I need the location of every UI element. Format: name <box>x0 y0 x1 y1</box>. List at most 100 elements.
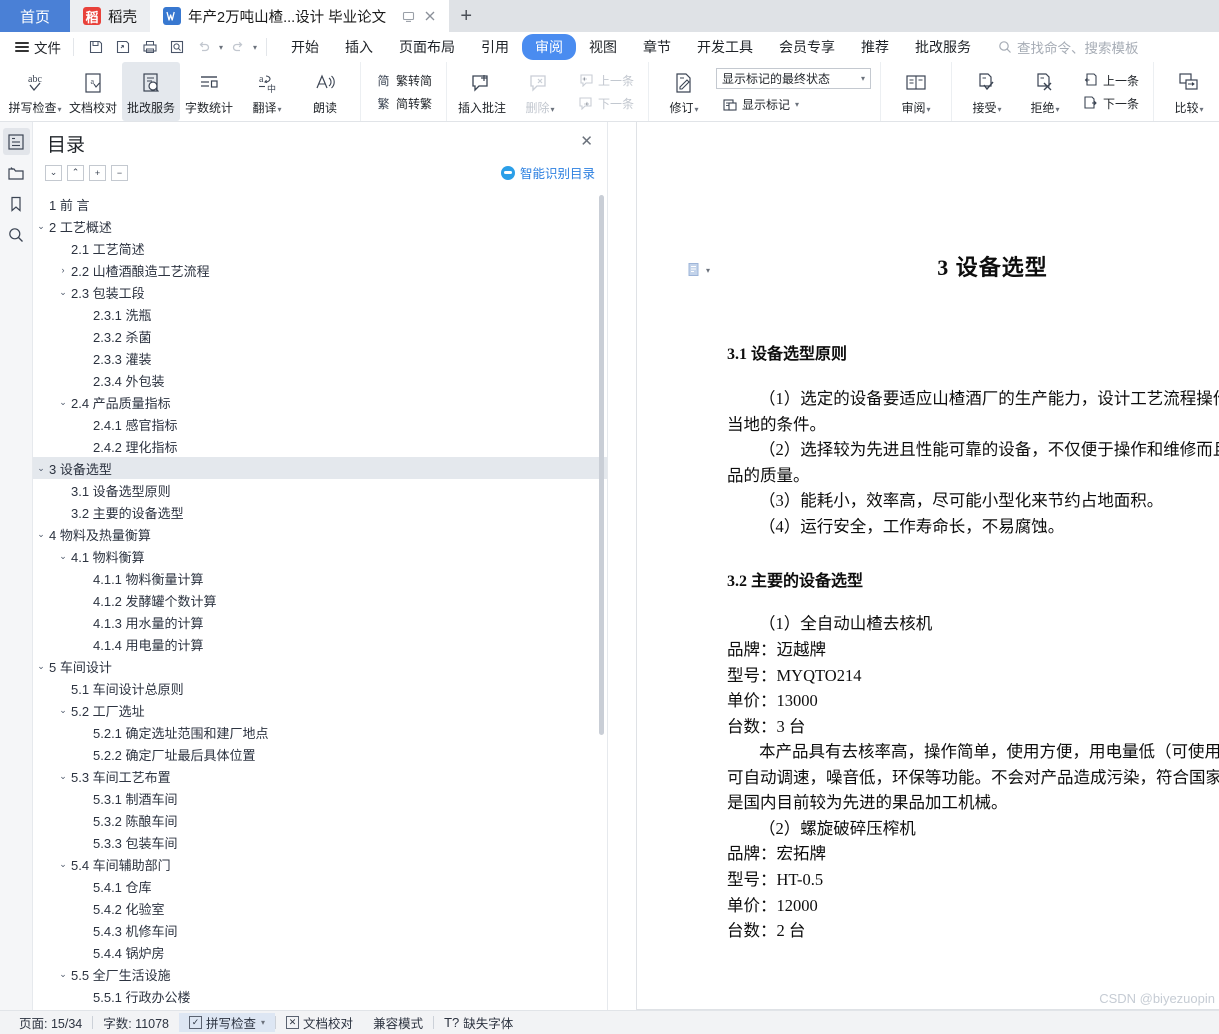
revise-button[interactable]: 修订▾ <box>655 62 713 121</box>
outline-item[interactable]: ⌄ 2 工艺概述 <box>33 215 607 237</box>
chevron-right-icon[interactable]: › <box>55 265 71 275</box>
outline-item[interactable]: 5.5.1 行政办公楼 <box>33 985 607 1007</box>
save-icon[interactable] <box>83 35 108 59</box>
print-preview-icon[interactable] <box>164 35 189 59</box>
read-aloud-button[interactable]: 朗读 <box>296 62 354 121</box>
document-content[interactable]: ▾ 3 设备选型 3.1 设备选型原则 （1）选定的设备要适应山楂酒厂的生产能力… <box>637 122 1219 1009</box>
outline-item[interactable]: 5.2.1 确定选址范围和建厂地点 <box>33 721 607 743</box>
simp-to-trad-button[interactable]: 繁 简转繁 <box>370 93 437 114</box>
chevron-down-icon[interactable]: ⌄ <box>55 969 71 980</box>
save-as-icon[interactable] <box>110 35 135 59</box>
accept-button[interactable]: 接受▾ <box>958 62 1016 121</box>
outline-item[interactable]: 2.4.2 理化指标 <box>33 435 607 457</box>
next-change-button[interactable]: 下一条 <box>1077 93 1144 114</box>
chevron-down-icon[interactable]: ⌄ <box>55 397 71 408</box>
tab-document[interactable]: 年产2万吨山楂...设计 毕业论文 <box>150 0 450 32</box>
translate-button[interactable]: a中 翻译▾ <box>238 62 296 121</box>
insert-comment-button[interactable]: 插入批注 <box>453 62 511 121</box>
delete-comment-button[interactable]: 删除▾ <box>511 62 569 121</box>
ribbon-tab-page-layout[interactable]: 页面布局 <box>386 34 468 60</box>
bookmark-icon[interactable] <box>3 190 30 217</box>
redo-icon[interactable] <box>225 35 250 59</box>
customize-caret-icon[interactable]: ▾ <box>253 43 257 52</box>
outline-item[interactable]: 3.1 设备选型原则 <box>33 479 607 501</box>
ribbon-tab-recommend[interactable]: 推荐 <box>848 34 902 60</box>
outline-item[interactable]: 5.3.1 制酒车间 <box>33 787 607 809</box>
ribbon-tab-insert[interactable]: 插入 <box>332 34 386 60</box>
spellcheck-status-button[interactable]: ✓ 拼写检查 ▾ <box>179 1013 276 1032</box>
ribbon-tab-view[interactable]: 视图 <box>576 34 630 60</box>
outline-item[interactable]: 5.1 车间设计总原则 <box>33 677 607 699</box>
doc-proof-status-button[interactable]: ✕ 文档校对 <box>276 1013 363 1032</box>
next-comment-button[interactable]: 下一条 <box>572 93 639 114</box>
outline-item[interactable]: ⌄ 5 车间设计 <box>33 655 607 677</box>
spellcheck-button[interactable]: abc 拼写检查▾ <box>6 62 64 121</box>
ribbon-tab-dev-tools[interactable]: 开发工具 <box>684 34 766 60</box>
new-tab-button[interactable]: + <box>449 0 483 32</box>
ribbon-tab-references[interactable]: 引用 <box>468 34 522 60</box>
outline-item[interactable]: 4.1.3 用水量的计算 <box>33 611 607 633</box>
tab-restore-icon[interactable] <box>402 10 415 23</box>
collapse-all-button[interactable]: − <box>111 164 128 181</box>
collapse-up-button[interactable]: ⌃ <box>67 164 84 181</box>
chevron-down-icon[interactable]: ⌄ <box>55 705 71 716</box>
ribbon-tab-start[interactable]: 开始 <box>278 34 332 60</box>
missing-font-button[interactable]: T? 缺失字体 <box>434 1013 523 1032</box>
outline-item[interactable]: ⌄ 2.3 包装工段 <box>33 281 607 303</box>
review-pane-button[interactable]: 审阅▾ <box>887 62 945 121</box>
show-markup-button[interactable]: 显示标记 ▾ <box>716 94 871 115</box>
ribbon-tab-review[interactable]: 审阅 <box>522 34 577 60</box>
tab-daoke[interactable]: 稻 稻壳 <box>70 0 150 32</box>
outline-item[interactable]: ⌄ 3 设备选型 <box>33 457 607 479</box>
document-area[interactable]: ▾ 3 设备选型 3.1 设备选型原则 （1）选定的设备要适应山楂酒厂的生产能力… <box>608 122 1219 1010</box>
chevron-down-icon[interactable]: ⌄ <box>55 287 71 298</box>
close-icon[interactable]: ✕ <box>580 132 593 150</box>
chevron-down-icon[interactable]: ⌄ <box>55 551 71 562</box>
compare-button[interactable]: 比较▾ <box>1160 62 1218 121</box>
outline-item[interactable]: 5.3.3 包装车间 <box>33 831 607 853</box>
chevron-down-icon[interactable]: ⌄ <box>33 661 49 672</box>
chevron-down-icon[interactable]: ⌄ <box>33 529 49 540</box>
paragraph-mark-icon[interactable]: ▾ <box>687 262 710 278</box>
outline-item[interactable]: 2.3.3 灌装 <box>33 347 607 369</box>
outline-item[interactable]: ⌄ 4 物料及热量衡算 <box>33 523 607 545</box>
outline-item[interactable]: 2.1 工艺简述 <box>33 237 607 259</box>
doc-proof-button[interactable]: a 文档校对 <box>64 62 122 121</box>
outline-item[interactable]: ⌄ 5.3 车间工艺布置 <box>33 765 607 787</box>
undo-icon[interactable] <box>191 35 216 59</box>
ribbon-tab-correction[interactable]: 批改服务 <box>902 34 984 60</box>
outline-icon[interactable] <box>2 128 30 155</box>
outline-item[interactable]: 5.4.3 机修车间 <box>33 919 607 941</box>
outline-item[interactable]: ⌄ 5.4 车间辅助部门 <box>33 853 607 875</box>
reject-button[interactable]: 拒绝▾ <box>1016 62 1074 121</box>
chevron-down-icon[interactable]: ⌄ <box>33 221 49 232</box>
prev-change-button[interactable]: 上一条 <box>1077 70 1144 91</box>
collapse-down-button[interactable]: ⌄ <box>45 164 62 181</box>
tab-home[interactable]: 首页 <box>0 0 70 32</box>
outline-item[interactable]: 2.4.1 感官指标 <box>33 413 607 435</box>
outline-item[interactable]: 2.3.4 外包装 <box>33 369 607 391</box>
outline-item[interactable]: 2.3.1 洗瓶 <box>33 303 607 325</box>
correction-service-button[interactable]: 批改服务 <box>122 62 180 121</box>
folder-icon[interactable] <box>3 159 30 186</box>
print-icon[interactable] <box>137 35 162 59</box>
chevron-down-icon[interactable]: ⌄ <box>33 463 49 474</box>
outline-item[interactable]: 1 前 言 <box>33 193 607 215</box>
outline-item[interactable]: › 2.2 山楂酒酿造工艺流程 <box>33 259 607 281</box>
ribbon-tab-chapter[interactable]: 章节 <box>630 34 684 60</box>
smart-toc-button[interactable]: 智能识别目录 <box>500 163 595 182</box>
outline-item[interactable]: 5.2.2 确定厂址最后具体位置 <box>33 743 607 765</box>
tab-close-icon[interactable] <box>424 10 436 22</box>
prev-comment-button[interactable]: 上一条 <box>572 70 639 91</box>
outline-scrollbar[interactable] <box>599 195 604 735</box>
expand-all-button[interactable]: + <box>89 164 106 181</box>
outline-item[interactable]: 4.1.4 用电量的计算 <box>33 633 607 655</box>
file-menu-button[interactable]: 文件 <box>8 37 68 57</box>
undo-caret-icon[interactable]: ▾ <box>219 43 223 52</box>
outline-item[interactable]: 3.2 主要的设备选型 <box>33 501 607 523</box>
document-page[interactable]: ▾ 3 设备选型 3.1 设备选型原则 （1）选定的设备要适应山楂酒厂的生产能力… <box>636 122 1219 1010</box>
markup-state-dropdown[interactable]: 显示标记的最终状态 ▾ <box>716 68 872 89</box>
outline-item[interactable]: 5.3.2 陈酿车间 <box>33 809 607 831</box>
outline-item[interactable]: 2.3.2 杀菌 <box>33 325 607 347</box>
chevron-down-icon[interactable]: ⌄ <box>55 771 71 782</box>
